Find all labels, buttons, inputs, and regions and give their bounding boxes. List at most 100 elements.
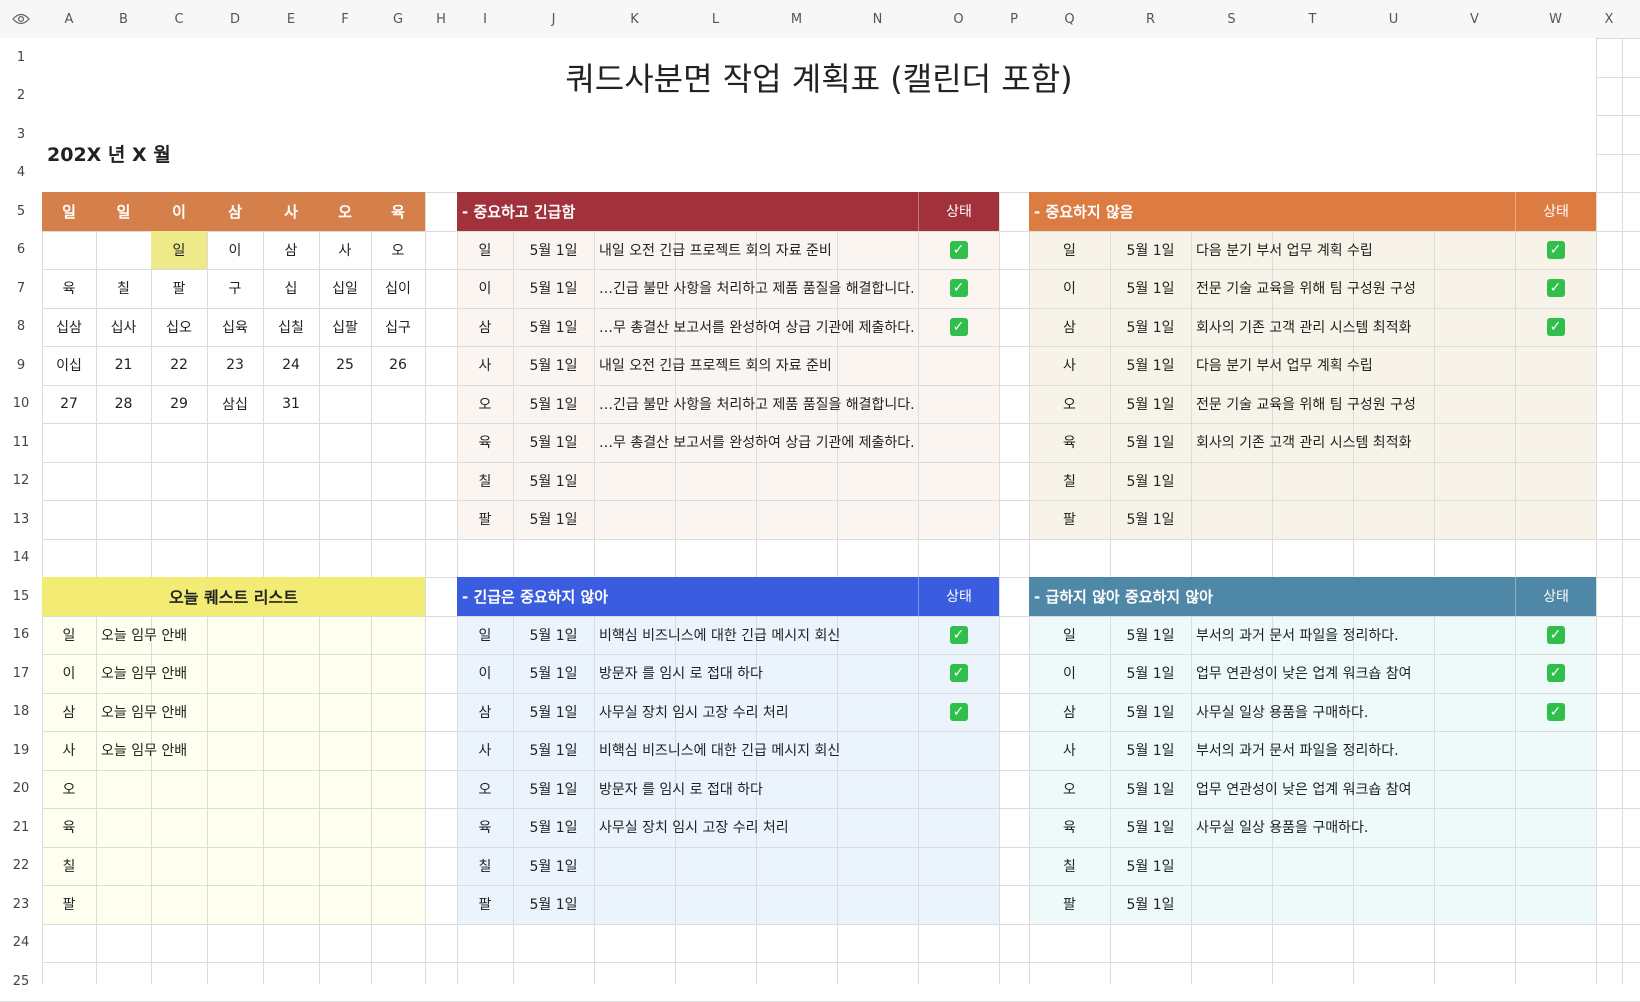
task-date[interactable]: 5월 1일 xyxy=(513,269,594,308)
row-header-1[interactable]: 1 xyxy=(0,38,42,77)
task-text[interactable]: 업무 연관성이 낮은 업계 워크숍 참여 xyxy=(1191,654,1515,693)
calendar-day[interactable]: 이 xyxy=(207,231,263,270)
task-status[interactable] xyxy=(1515,385,1596,424)
task-text[interactable]: 다음 분기 부서 업무 계획 수립 xyxy=(1191,346,1515,385)
calendar-day[interactable]: 십일 xyxy=(319,269,371,308)
calendar-day[interactable] xyxy=(42,231,96,270)
calendar-day[interactable]: 일 xyxy=(151,230,207,269)
row-header-6[interactable]: 6 xyxy=(0,230,42,269)
row-header-19[interactable]: 19 xyxy=(0,731,42,770)
task-date[interactable]: 5월 1일 xyxy=(1110,693,1191,732)
calendar-day[interactable]: 23 xyxy=(207,346,263,385)
calendar-day[interactable]: 24 xyxy=(263,346,319,385)
task-text[interactable] xyxy=(594,500,918,539)
task-date[interactable]: 5월 1일 xyxy=(1110,808,1191,847)
row-header-4[interactable]: 4 xyxy=(0,153,42,192)
column-header-T[interactable]: T xyxy=(1272,0,1353,38)
task-date[interactable]: 5월 1일 xyxy=(513,693,594,732)
row-header-15[interactable]: 15 xyxy=(0,577,42,616)
check-icon[interactable]: ✓ xyxy=(1546,664,1565,683)
calendar-day[interactable] xyxy=(96,231,151,270)
quadrant-4-status-header[interactable]: 상태 xyxy=(1515,577,1596,616)
task-text[interactable]: 내일 오전 긴급 프로젝트 회의 자료 준비 xyxy=(594,346,918,385)
calendar-day[interactable]: 칠 xyxy=(96,269,151,308)
quest-item[interactable]: 오늘 임무 안배 xyxy=(96,693,425,732)
task-text[interactable] xyxy=(1191,500,1515,539)
task-date[interactable]: 5월 1일 xyxy=(513,308,594,347)
column-header-N[interactable]: N xyxy=(837,0,918,38)
task-text[interactable]: 전문 기술 교육을 위해 팀 구성원 구성 xyxy=(1191,385,1515,424)
task-date[interactable]: 5월 1일 xyxy=(1110,616,1191,655)
task-status[interactable]: ✓ xyxy=(918,231,999,270)
check-icon[interactable]: ✓ xyxy=(1546,702,1565,721)
column-header-C[interactable]: C xyxy=(151,0,207,38)
task-status[interactable] xyxy=(918,346,999,385)
row-header-22[interactable]: 22 xyxy=(0,846,42,885)
task-date[interactable]: 5월 1일 xyxy=(513,500,594,539)
task-status[interactable]: ✓ xyxy=(918,269,999,308)
calendar-day[interactable]: 십오 xyxy=(151,308,207,347)
calendar-day[interactable]: 28 xyxy=(96,385,151,424)
task-status[interactable]: ✓ xyxy=(1515,231,1596,270)
quadrant-2-status-header[interactable]: 상태 xyxy=(1515,192,1596,231)
quest-item[interactable] xyxy=(96,770,425,809)
column-header-L[interactable]: L xyxy=(675,0,756,38)
task-text[interactable]: …무 총결산 보고서를 완성하여 상급 기관에 제출하다. xyxy=(594,308,918,347)
task-text[interactable]: 부서의 과거 문서 파일을 정리하다. xyxy=(1191,731,1515,770)
task-status[interactable] xyxy=(918,500,999,539)
calendar-day[interactable]: 팔 xyxy=(151,269,207,308)
task-status[interactable]: ✓ xyxy=(918,693,999,732)
calendar-day[interactable]: 25 xyxy=(319,346,371,385)
task-date[interactable]: 5월 1일 xyxy=(1110,770,1191,809)
row-header-3[interactable]: 3 xyxy=(0,115,42,154)
check-icon[interactable]: ✓ xyxy=(1546,279,1565,298)
row-header-24[interactable]: 24 xyxy=(0,923,42,962)
task-text[interactable] xyxy=(1191,885,1515,924)
quadrant-1-title[interactable]: - 중요하고 긴급함 xyxy=(457,192,918,231)
quadrant-4-title[interactable]: - 급하지 않아 중요하지 않아 xyxy=(1029,577,1515,616)
calendar-day[interactable]: 삼 xyxy=(263,231,319,270)
calendar-weekday[interactable]: 일 xyxy=(96,192,151,231)
column-header-F[interactable]: F xyxy=(319,0,371,38)
task-text[interactable]: 내일 오전 긴급 프로젝트 회의 자료 준비 xyxy=(594,231,918,270)
task-status[interactable] xyxy=(918,423,999,462)
task-text[interactable]: 부서의 과거 문서 파일을 정리하다. xyxy=(1191,616,1515,655)
task-text[interactable]: 방문자 를 임시 로 접대 하다 xyxy=(594,654,918,693)
calendar-day[interactable]: 십이 xyxy=(371,269,425,308)
row-header-14[interactable]: 14 xyxy=(0,538,42,577)
quest-item[interactable] xyxy=(96,808,425,847)
task-text[interactable]: 회사의 기존 고객 관리 시스템 최적화 xyxy=(1191,308,1515,347)
column-header-B[interactable]: B xyxy=(96,0,151,38)
calendar-day[interactable]: 22 xyxy=(151,346,207,385)
calendar-day[interactable]: 31 xyxy=(263,385,319,424)
calendar-weekday[interactable]: 삼 xyxy=(207,192,263,231)
quadrant-3-title[interactable]: - 긴급은 중요하지 않아 xyxy=(457,577,918,616)
check-icon[interactable]: ✓ xyxy=(949,317,968,336)
task-date[interactable]: 5월 1일 xyxy=(513,731,594,770)
column-header-G[interactable]: G xyxy=(371,0,425,38)
check-icon[interactable]: ✓ xyxy=(949,702,968,721)
calendar-day[interactable]: 21 xyxy=(96,346,151,385)
column-header-W[interactable]: W xyxy=(1515,0,1596,38)
quest-item[interactable]: 오늘 임무 안배 xyxy=(96,616,425,655)
task-status[interactable] xyxy=(1515,731,1596,770)
task-date[interactable]: 5월 1일 xyxy=(513,885,594,924)
period-label[interactable]: 202X 년 X 월 xyxy=(42,115,1596,192)
column-header-J[interactable]: J xyxy=(513,0,594,38)
calendar-day[interactable]: 29 xyxy=(151,385,207,424)
task-date[interactable]: 5월 1일 xyxy=(513,231,594,270)
column-header-S[interactable]: S xyxy=(1191,0,1272,38)
task-date[interactable]: 5월 1일 xyxy=(513,770,594,809)
task-date[interactable]: 5월 1일 xyxy=(513,462,594,501)
task-date[interactable]: 5월 1일 xyxy=(1110,885,1191,924)
row-header-23[interactable]: 23 xyxy=(0,885,42,924)
task-date[interactable]: 5월 1일 xyxy=(513,654,594,693)
task-status[interactable] xyxy=(1515,885,1596,924)
column-header-M[interactable]: M xyxy=(756,0,837,38)
calendar-day[interactable]: 십 xyxy=(263,269,319,308)
task-text[interactable] xyxy=(594,462,918,501)
column-header-O[interactable]: O xyxy=(918,0,999,38)
task-status[interactable] xyxy=(1515,770,1596,809)
calendar-day[interactable]: 십구 xyxy=(371,308,425,347)
task-status[interactable]: ✓ xyxy=(1515,269,1596,308)
